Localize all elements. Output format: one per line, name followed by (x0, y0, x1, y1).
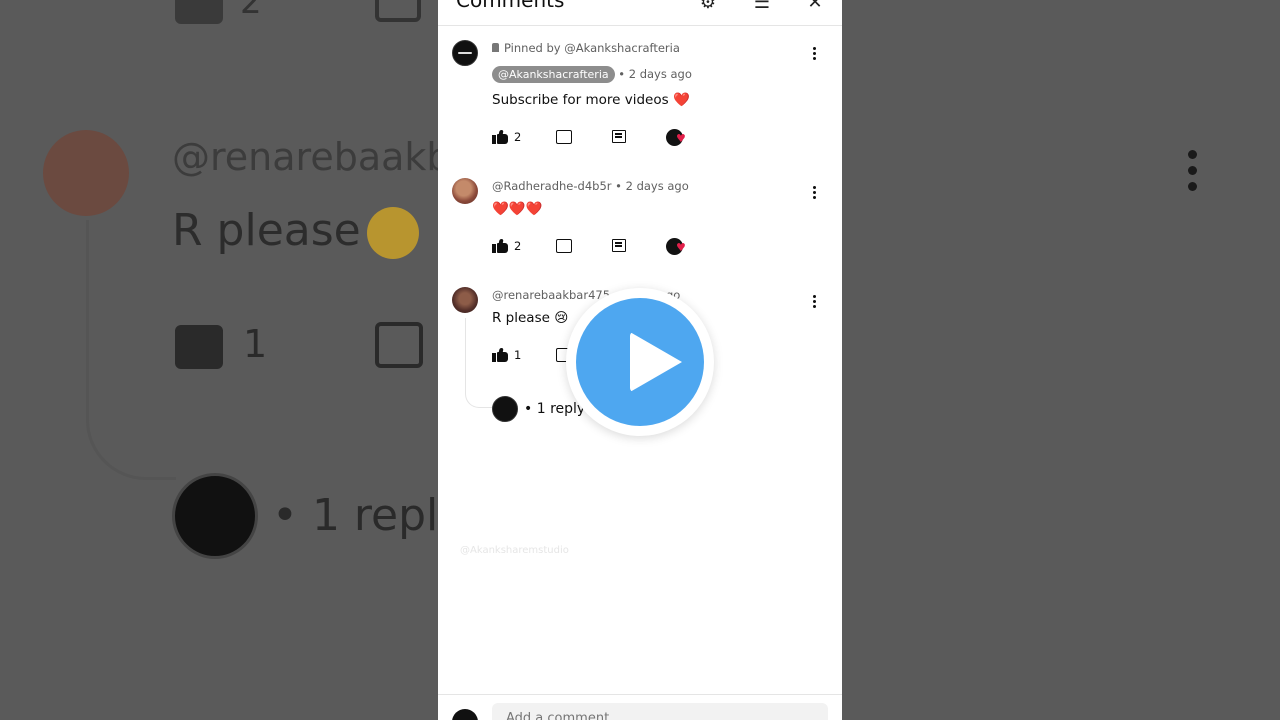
close-icon[interactable]: ✕ (803, 0, 827, 13)
comment-composer (438, 694, 842, 720)
more-options-icon[interactable] (813, 295, 817, 310)
creator-heart-icon (666, 238, 686, 255)
bg-like-icon-top (175, 0, 223, 24)
watermark: @Akanksharemstudio (460, 545, 569, 556)
bg-crying-emoji-icon (366, 207, 419, 259)
reply-count-label: • 1 reply (524, 401, 586, 417)
add-comment-input[interactable] (492, 703, 828, 720)
avatar[interactable] (452, 178, 478, 204)
like-count: 1 (514, 348, 522, 362)
crying-emoji-icon: 😢 (554, 310, 569, 326)
comment-text: R please 😢 (492, 310, 568, 326)
bg-reply-avatar (172, 473, 258, 559)
like-icon[interactable] (492, 348, 508, 362)
bg-like-count-top: 2 (240, 0, 262, 22)
comment-actions: 2 (492, 128, 702, 148)
bg-dislike-icon (375, 322, 423, 368)
dislike-icon[interactable] (556, 130, 572, 144)
bg-like-icon (175, 325, 223, 369)
comment-meta: @Akankshacrafteria • 2 days ago (492, 66, 692, 83)
comment-actions: 2 (492, 237, 702, 257)
like-count: 2 (514, 130, 522, 144)
bg-avatar (43, 130, 129, 216)
pinned-text: Pinned by @Akankshacrafteria (504, 41, 680, 55)
reply-icon[interactable] (612, 130, 626, 143)
bg-dislike-icon-top (375, 0, 421, 22)
bg-thread-line (86, 220, 176, 480)
bg-more-icon (1188, 150, 1200, 198)
author-chip[interactable]: @Akankshacrafteria (492, 66, 615, 83)
filter-icon[interactable]: ⚌ (750, 0, 774, 13)
pinned-label: Pinned by @Akankshacrafteria (492, 41, 680, 55)
avatar[interactable] (452, 287, 478, 313)
comment-text-label: R please (492, 310, 550, 326)
bg-comment-text: R please (172, 205, 419, 259)
creator-heart-icon (666, 129, 686, 146)
play-button-circle (576, 298, 704, 426)
more-options-icon[interactable] (813, 186, 817, 201)
comments-title: Comments (456, 0, 565, 12)
like-icon[interactable] (492, 130, 508, 144)
play-button[interactable] (566, 288, 714, 436)
pin-icon (492, 43, 499, 52)
user-avatar (452, 709, 478, 720)
comments-header: Comments ⚙ ⚌ ✕ (438, 0, 842, 26)
comment-meta: @Radheradhe-d4b5r • 2 days ago (492, 179, 689, 193)
dislike-icon[interactable] (556, 239, 572, 253)
settings-icon[interactable]: ⚙ (696, 0, 720, 13)
comment-age: • 2 days ago (618, 67, 692, 81)
like-count: 2 (514, 239, 522, 253)
bg-comment-label: R please (172, 205, 361, 256)
play-icon (630, 332, 682, 392)
comment-text-label: Subscribe for more videos (492, 92, 669, 108)
reply-avatar (492, 396, 518, 422)
comment-text: Subscribe for more videos ❤️ (492, 92, 690, 108)
heart-emoji-icon: ❤️ (672, 92, 690, 108)
hearts-emoji-icon: ❤️❤️❤️ (492, 201, 543, 217)
comment-meta: @renarebaakbar475go (492, 288, 680, 302)
more-options-icon[interactable] (813, 47, 817, 62)
like-icon[interactable] (492, 239, 508, 253)
reply-icon[interactable] (612, 239, 626, 252)
avatar[interactable] (452, 40, 478, 66)
comment-text: ❤️❤️❤️ (492, 201, 542, 217)
comment-author[interactable]: @renarebaakbar475 (492, 288, 610, 302)
bg-reply-count: • 1 reply (272, 490, 465, 541)
bg-like-count: 1 (243, 322, 268, 366)
